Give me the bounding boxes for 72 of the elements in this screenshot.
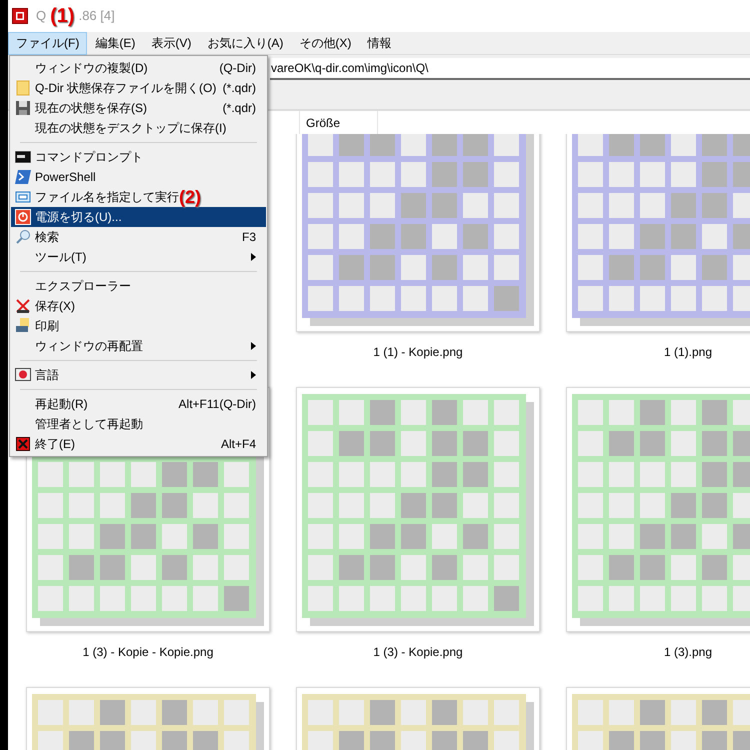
folder-icon <box>16 80 30 96</box>
menu-item[interactable]: エクスプローラー <box>11 276 266 296</box>
menu-item[interactable]: コマンドプロンプト <box>11 147 266 167</box>
menu-item-label: PowerShell <box>35 169 96 186</box>
file-name: 1 (3) - Kopie - Kopie.png <box>82 644 214 661</box>
menu-bar-item[interactable]: お気に入り(A) <box>199 32 292 54</box>
cross-icon <box>15 298 31 314</box>
menu-item[interactable]: 保存(X) <box>11 296 266 316</box>
menu-item-label: 印刷 <box>35 318 59 335</box>
menu-item-label: ツール(T) <box>35 249 86 266</box>
submenu-arrow-icon <box>251 371 256 379</box>
terminal-icon <box>15 151 31 163</box>
menu-bar-item[interactable]: 情報 <box>359 32 400 54</box>
menu-bar-item[interactable]: 表示(V) <box>143 32 200 54</box>
search-icon <box>15 229 31 245</box>
menu-item[interactable]: 管理者として再起動 <box>11 414 266 434</box>
menu-item[interactable]: ファイル名を指定して実行(2) <box>11 187 266 207</box>
menu-item[interactable]: 現在の状態をデスクトップに保存(I) <box>11 118 266 138</box>
menu-item-label: 再起動(R) <box>35 396 88 413</box>
menu-item[interactable]: ツール(T) <box>11 247 266 267</box>
file-name: 1 (1).png <box>664 344 712 361</box>
menu-item[interactable]: 現在の状態を保存(S) (*.qdr) <box>11 98 266 118</box>
menu-item-label: エクスプローラー <box>35 278 131 295</box>
menu-item[interactable]: ウィンドウの複製(D) (Q-Dir) <box>11 58 266 78</box>
power-icon <box>15 209 31 225</box>
menu-item[interactable]: 言語 <box>11 365 266 385</box>
menu-item[interactable]: 終了(E) Alt+F4 <box>11 434 266 454</box>
menu-bar-item[interactable]: その他(X) <box>291 32 360 54</box>
menu-item-label: ウィンドウの複製(D) <box>35 60 148 77</box>
menu-item[interactable]: 再起動(R) Alt+F11(Q-Dir) <box>11 394 266 414</box>
submenu-arrow-icon <box>251 253 256 261</box>
shortcut-text: Alt+F4 <box>220 436 256 453</box>
address-field[interactable]: vareOK\q-dir.com\img\icon\Q\ <box>270 58 750 80</box>
menu-item[interactable]: Q-Dir 状態保存ファイルを開く(O) (*.qdr) <box>11 78 266 98</box>
submenu-arrow-icon <box>251 342 256 350</box>
shortcut-text: F3 <box>242 229 256 246</box>
menu-item[interactable]: ウィンドウの再配置 <box>11 336 266 356</box>
menu-item-label: 言語 <box>35 367 59 384</box>
menu-item-label: ファイル名を指定して実行 <box>35 189 179 206</box>
menu-item-label: 終了(E) <box>35 436 75 453</box>
shortcut-text: Alt+F11(Q-Dir) <box>178 396 256 413</box>
annotation-label: (1) <box>50 6 75 26</box>
menu-item-label: 現在の状態をデスクトップに保存(I) <box>35 120 226 137</box>
menu-bar-item[interactable]: 編集(E) <box>87 32 144 54</box>
menu-item[interactable]: PowerShell <box>11 167 266 187</box>
menu-item-label: Q-Dir 状態保存ファイルを開く(O) <box>35 80 216 97</box>
globe-icon <box>15 368 31 382</box>
annotation-label: (2) <box>179 188 201 206</box>
menu-item-label: 管理者として再起動 <box>35 416 143 433</box>
shortcut-text: (Q-Dir) <box>219 60 256 77</box>
window-icon <box>15 191 31 203</box>
menu-item-label: 保存(X) <box>35 298 75 315</box>
printer-icon <box>15 318 31 334</box>
file-name: 1 (3) - Kopie.png <box>373 644 463 661</box>
powershell-icon <box>15 170 31 184</box>
menu-item-label: ウィンドウの再配置 <box>35 338 143 355</box>
menu-item-label: 検索 <box>35 229 59 246</box>
menu-bar-item[interactable]: ファイル(F) <box>8 32 88 54</box>
window-title: .86 [4] <box>78 7 115 26</box>
menu-item[interactable]: 印刷 <box>11 316 266 336</box>
menu-item-label: 現在の状態を保存(S) <box>35 100 147 117</box>
close-icon <box>16 437 30 451</box>
app-icon <box>12 8 28 24</box>
menu-item-label: 電源を切る(U)... <box>35 209 122 226</box>
menu-item[interactable]: 検索 F3 <box>11 227 266 247</box>
menu-item-label: コマンドプロンプト <box>35 149 143 166</box>
shortcut-text: (*.qdr) <box>222 80 256 97</box>
file-name: 1 (3).png <box>664 644 712 661</box>
window-title: Q <box>36 7 46 26</box>
shortcut-text: (*.qdr) <box>222 100 256 117</box>
file-name: 1 (1) - Kopie.png <box>373 344 463 361</box>
menu-item[interactable]: 電源を切る(U)... <box>11 207 266 227</box>
